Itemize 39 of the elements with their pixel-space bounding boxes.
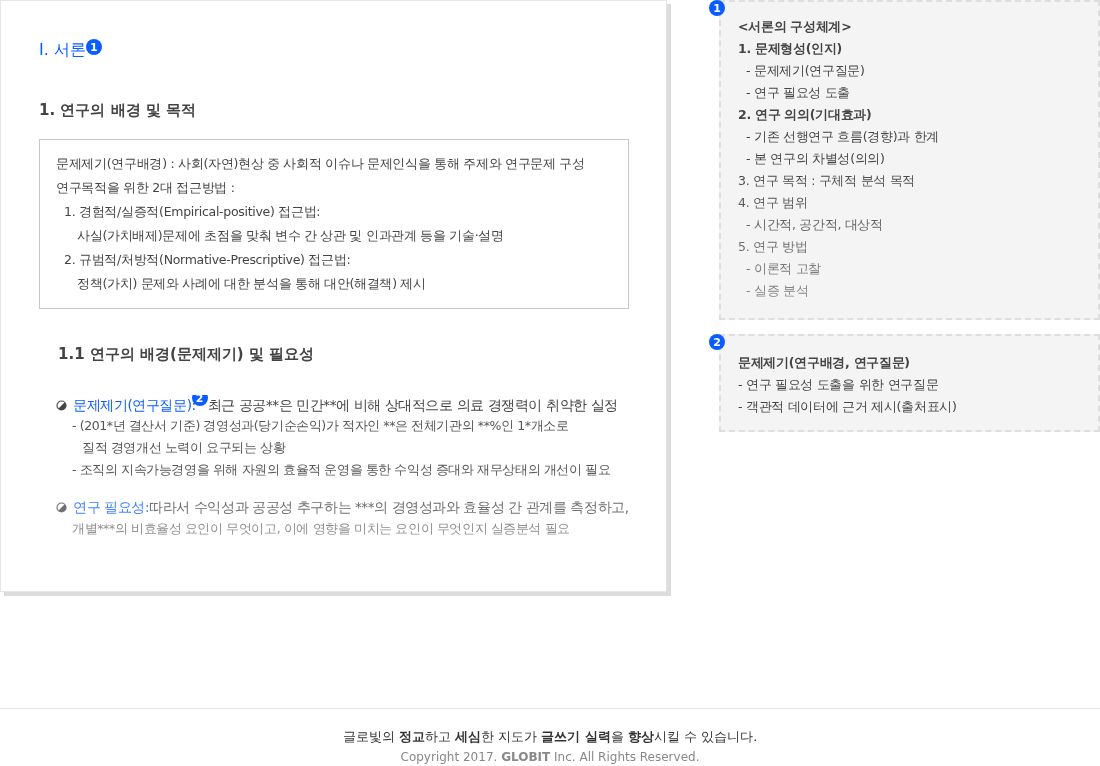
note-text: 4. 연구 범위 [738, 194, 809, 212]
point-label: 연구 필요성: [73, 498, 150, 518]
point-detail: 질적 경영개선 노력이 요구되는 상황 [81, 439, 287, 458]
note-text: 3. 연구 목적 : 구체적 분석 목적 [738, 172, 916, 190]
number-badge: 1 [709, 0, 725, 16]
footer-copyright: Copyright 2017. GLOBIT Inc. All Rights Reserved. [400, 749, 700, 766]
note-text: - 이론적 고찰 [745, 260, 823, 278]
note-text: <서론의 구성체계> [738, 18, 853, 36]
number-badge: 1 [85, 39, 102, 55]
point-text: 최근 공공**은 민간**에 비해 상대적으로 의료 경쟁력이 취약한 실정 [207, 396, 618, 415]
point-detail: - 조직의 지속가능경영을 위해 자원의 효율적 운영을 통한 수익성 증대와 재무상태의 개선이 필요 [71, 461, 612, 480]
footer-tagline: 글로빛의 정교하고 세심한 지도가 글쓰기 실력을 향상시킬 수 있습니다. [342, 727, 758, 746]
summary-text: 사실(가치배제)문제에 초점을 맞춰 변수 간 상관 및 인과관계 등을 기술·설명 [76, 226, 505, 245]
summary-text: 1. 경험적/실증적(Empirical-positive) 접근법: [63, 202, 322, 221]
half-circle-bullet-icon [56, 399, 67, 411]
subsection-heading: 1.1 연구의 배경(문제제기) 및 필요성 [58, 343, 316, 365]
note-text: 1. 문제형성(인지) [738, 40, 843, 58]
point-text: 따라서 수익성과 공공성 추구하는 ***의 경영성과와 효율성 간 관계를 측정하고, [149, 498, 629, 518]
note-text: 2. 연구 의의(기대효과) [738, 106, 873, 124]
note-text: - 시간적, 공간적, 대상적 [745, 216, 884, 234]
note-text: - 실증 분석 [745, 282, 810, 300]
summary-text: 2. 규범적/처방적(Normative-Prescriptive) 접근법: [63, 250, 352, 269]
chapter-title: Ⅰ. 서론 [39, 39, 86, 61]
note-text: 5. 연구 방법 [738, 238, 809, 256]
number-badge: 2 [709, 334, 725, 350]
section-heading: 1. 연구의 배경 및 목적 [39, 100, 198, 121]
note-text: - 기존 선행연구 흐름(경향)과 한계 [745, 128, 941, 146]
note-text: - 연구 필요성 도출 [745, 84, 852, 102]
summary-text: 정책(가치) 문제와 사례에 대한 분석을 통해 대안(해결책) 제시 [76, 274, 427, 293]
summary-text: 문제제기(연구배경) : 사회(자연)현상 중 사회적 이슈나 문제인식을 통해 주제와 연구문제 구성 [56, 154, 586, 173]
note-text: 문제제기(연구배경, 연구질문) [738, 354, 911, 372]
summary-text: 연구목적을 위한 2대 접근방법 : [56, 178, 236, 197]
point-detail: - (201*년 결산서 기준) 경영성과(당기순손익)가 적자인 **은 전체기관의 **%인 1*개소로 [71, 417, 570, 436]
note-text: - 연구 필요성 도출을 위한 연구질문 [738, 376, 940, 394]
half-circle-bullet-icon [56, 501, 67, 513]
note-text: - 객관적 데이터에 근거 제시(출처표시) [738, 398, 958, 416]
point-detail: 개별***의 비효율성 요인이 무엇이고, 이에 영향을 미치는 요인이 무엇인지 실증분석 필요 [71, 519, 571, 538]
note-text: - 문제제기(연구질문) [745, 62, 866, 80]
note-text: - 본 연구의 차별성(의의) [745, 150, 886, 168]
